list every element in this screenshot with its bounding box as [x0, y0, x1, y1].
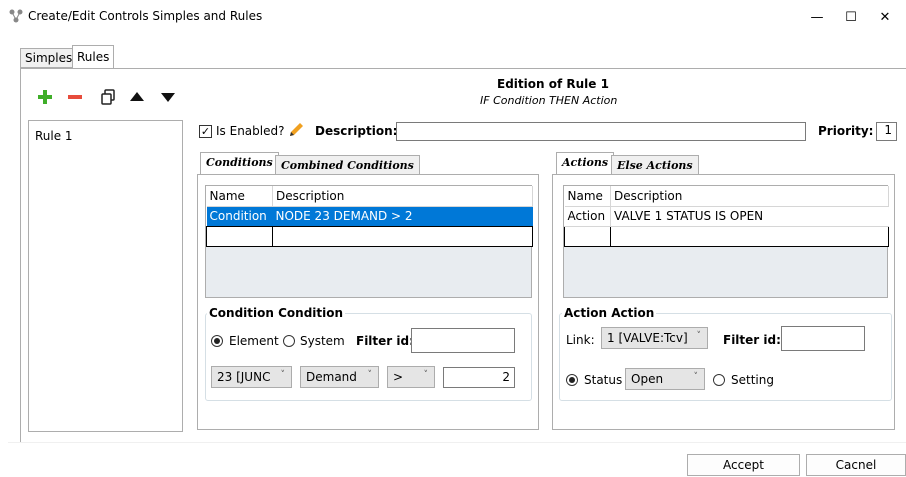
tab-combined-conditions[interactable]: Combined Conditions	[275, 155, 420, 175]
rule-list[interactable]: Rule 1	[28, 120, 183, 432]
attribute-combo-value: Demand	[306, 370, 357, 384]
priority-input[interactable]: 1	[876, 122, 897, 141]
new-row[interactable]	[564, 225, 889, 247]
tab-actions[interactable]: Actions	[556, 152, 615, 175]
tab-conditions[interactable]: Conditions	[200, 152, 279, 175]
new-row-description-cell[interactable]	[272, 225, 533, 247]
condition-value-input[interactable]: 2	[443, 367, 515, 388]
edition-title: Edition of Rule 1	[497, 77, 609, 91]
description-label: Description:	[315, 124, 398, 138]
is-enabled-label: Is Enabled?	[216, 124, 285, 138]
new-row[interactable]	[206, 225, 533, 247]
operator-combo-value: >	[393, 370, 404, 384]
system-radio-label: System	[300, 334, 345, 348]
move-down-icon[interactable]	[159, 88, 177, 106]
is-enabled-checkbox[interactable]: ✓	[199, 125, 212, 138]
element-radio[interactable]	[211, 335, 223, 347]
move-up-icon[interactable]	[128, 88, 146, 106]
priority-label: Priority:	[818, 124, 874, 138]
element-radio-label: Element	[229, 334, 279, 348]
action-group-title: Action Action	[562, 306, 657, 320]
tab-else-actions[interactable]: Else Actions	[611, 155, 699, 175]
copy-rule-icon[interactable]	[99, 88, 117, 106]
status-radio[interactable]	[566, 374, 578, 386]
condition-group-title: Condition Condition	[207, 306, 346, 320]
chevron-down-icon: ˅	[280, 370, 286, 380]
setting-radio[interactable]	[713, 374, 725, 386]
description-input[interactable]	[396, 122, 806, 141]
app-icon	[8, 8, 24, 24]
actions-grid[interactable]: Name Description Action VALVE 1 STATUS I…	[563, 185, 889, 298]
footer-divider	[8, 442, 906, 443]
column-header-description[interactable]: Description	[272, 186, 533, 207]
chevron-down-icon: ˅	[367, 370, 373, 380]
tab-rules[interactable]: Rules	[72, 45, 115, 69]
link-combo-value: 1 [VALVE:Tcv]	[607, 331, 688, 345]
add-rule-icon[interactable]	[36, 88, 54, 106]
new-row-description-cell[interactable]	[610, 225, 889, 247]
column-header-name[interactable]: Name	[564, 186, 611, 207]
remove-rule-icon[interactable]	[66, 88, 84, 106]
close-button[interactable]: ✕	[862, 6, 906, 28]
new-row-name-cell[interactable]	[564, 225, 611, 247]
cancel-button[interactable]: Cacnel	[806, 454, 906, 476]
status-radio-label: Status	[584, 373, 623, 387]
operator-combo[interactable]: > ˅	[387, 366, 435, 388]
condition-description-cell[interactable]: NODE 23 DEMAND > 2	[272, 206, 533, 226]
table-row[interactable]: Action VALVE 1 STATUS IS OPEN	[564, 206, 889, 227]
status-combo[interactable]: Open ˅	[625, 368, 705, 390]
link-label: Link:	[566, 333, 595, 347]
column-header-name[interactable]: Name	[206, 186, 273, 207]
action-filter-input[interactable]	[781, 326, 865, 351]
setting-radio-label: Setting	[731, 373, 774, 387]
node-combo-value: 23 [JUNC	[217, 370, 271, 384]
edition-subtitle: IF Condition THEN Action	[480, 94, 618, 107]
pencil-icon	[287, 121, 305, 139]
chevron-down-icon: ˅	[693, 372, 699, 382]
condition-name-cell[interactable]: Condition	[206, 206, 273, 226]
window-title: Create/Edit Controls Simples and Rules	[28, 9, 263, 23]
accept-button[interactable]: Accept	[687, 454, 800, 476]
tab-simples[interactable]: Simples	[20, 48, 78, 68]
status-combo-value: Open	[631, 372, 664, 386]
system-radio[interactable]	[283, 335, 295, 347]
action-description-cell[interactable]: VALVE 1 STATUS IS OPEN	[610, 206, 889, 227]
action-name-cell[interactable]: Action	[564, 206, 611, 227]
new-row-name-cell[interactable]	[206, 225, 273, 247]
chevron-down-icon: ˅	[696, 331, 702, 341]
column-header-description[interactable]: Description	[610, 186, 889, 207]
attribute-combo[interactable]: Demand ˅	[300, 366, 379, 388]
condition-filter-input[interactable]	[411, 328, 515, 353]
table-row[interactable]: Condition NODE 23 DEMAND > 2	[206, 206, 533, 226]
list-item[interactable]: Rule 1	[29, 121, 182, 143]
chevron-down-icon: ˅	[423, 370, 429, 380]
conditions-grid[interactable]: Name Description Condition NODE 23 DEMAN…	[205, 185, 533, 298]
condition-filter-label: Filter id:	[356, 334, 414, 348]
action-filter-label: Filter id:	[723, 333, 781, 347]
link-combo[interactable]: 1 [VALVE:Tcv] ˅	[601, 327, 708, 349]
node-combo[interactable]: 23 [JUNC ˅	[211, 366, 292, 388]
